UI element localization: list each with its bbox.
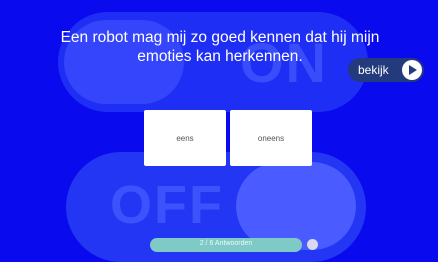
answer-option-disagree[interactable]: oneens [230,110,312,166]
question-line-1: Een robot mag mij zo goed kennen dat hij… [60,29,380,46]
answer-option-label: eens [176,133,194,143]
answer-option-label: oneens [257,133,285,143]
progress-indicator: 2 / 6 Antwoorden [150,238,302,252]
toggle-knob [236,162,356,250]
off-label: OFF [110,175,224,235]
watch-button-label: bekijk [358,63,389,77]
answer-option-agree[interactable]: eens [144,110,226,166]
play-icon [402,60,422,80]
info-dot-icon[interactable] [307,239,318,250]
watch-button[interactable]: bekijk [348,58,424,82]
